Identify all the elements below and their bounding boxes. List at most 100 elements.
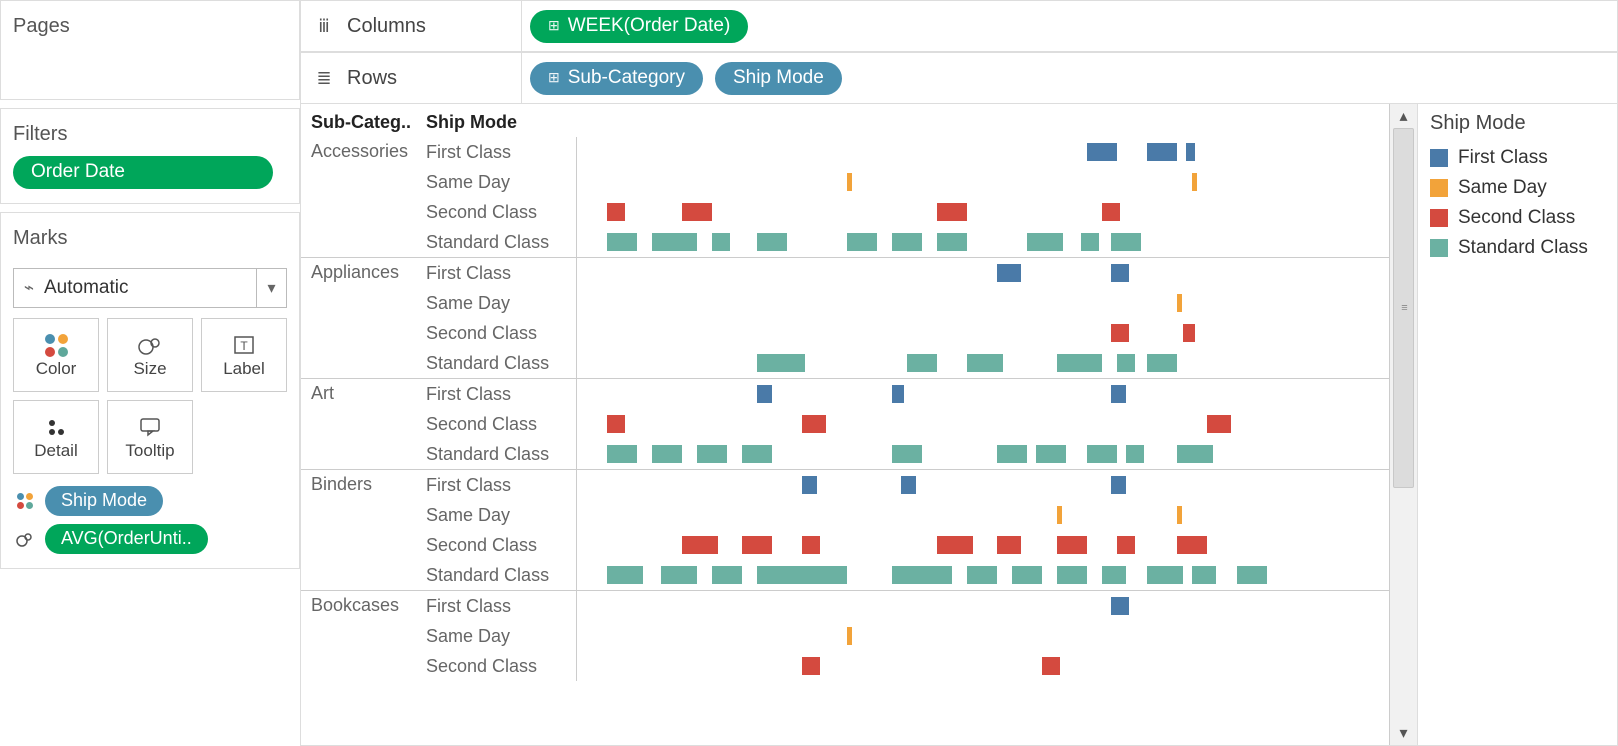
filter-pill-order-date[interactable]: Order Date [13, 156, 273, 189]
scroll-up-icon[interactable]: ▴ [1399, 104, 1407, 128]
shipmode-label: Same Day [426, 500, 576, 530]
gantt-bar[interactable] [967, 354, 1003, 372]
gantt-bar[interactable] [1111, 476, 1126, 494]
gantt-bar[interactable] [1042, 657, 1060, 675]
gantt-bar[interactable] [937, 233, 967, 251]
gantt-bar[interactable] [937, 536, 973, 554]
gantt-bar[interactable] [1012, 566, 1042, 584]
columns-pill-week-orderdate[interactable]: WEEK(Order Date) [530, 10, 748, 43]
gantt-bar[interactable] [847, 173, 852, 191]
marks-type-dropdown[interactable]: ⌁ Automatic ▾ [13, 268, 287, 308]
gantt-bar[interactable] [712, 566, 742, 584]
encoding-pill-avg-orderuntil[interactable]: AVG(OrderUnti.. [45, 524, 208, 554]
gantt-bar[interactable] [1177, 445, 1213, 463]
gantt-bar[interactable] [1057, 566, 1087, 584]
gantt-bar[interactable] [997, 536, 1021, 554]
gantt-bar[interactable] [742, 536, 772, 554]
gantt-bar[interactable] [607, 233, 637, 251]
gantt-bar[interactable] [1192, 173, 1197, 191]
gantt-bar[interactable] [1102, 566, 1126, 584]
gantt-bar[interactable] [1111, 385, 1126, 403]
gantt-bar[interactable] [1183, 324, 1195, 342]
marks-detail-button[interactable]: Detail [13, 400, 99, 474]
gantt-bar[interactable] [802, 657, 820, 675]
gantt-bar[interactable] [1087, 445, 1117, 463]
gantt-bar[interactable] [1192, 566, 1216, 584]
rows-shelf[interactable]: ≣ Rows Sub-Category Ship Mode [300, 52, 1618, 104]
gantt-bar[interactable] [1057, 354, 1102, 372]
rows-pill-subcategory[interactable]: Sub-Category [530, 62, 703, 95]
gantt-bar[interactable] [1111, 264, 1129, 282]
gantt-bar[interactable] [712, 233, 730, 251]
legend-item[interactable]: Standard Class [1428, 233, 1607, 263]
gantt-bar[interactable] [1057, 536, 1087, 554]
marks-tooltip-button[interactable]: Tooltip [107, 400, 193, 474]
gantt-bar[interactable] [802, 476, 817, 494]
gantt-bar[interactable] [1027, 233, 1063, 251]
gantt-bar[interactable] [1057, 506, 1062, 524]
gantt-bar[interactable] [1126, 445, 1144, 463]
gantt-bar[interactable] [1111, 597, 1129, 615]
gantt-bar[interactable] [892, 566, 952, 584]
gantt-bar[interactable] [1147, 143, 1177, 161]
gantt-bar[interactable] [802, 415, 826, 433]
gantt-bar[interactable] [1177, 506, 1182, 524]
gantt-bar[interactable] [1117, 354, 1135, 372]
gantt-bar[interactable] [1177, 536, 1207, 554]
gantt-bar[interactable] [937, 203, 967, 221]
gantt-bar[interactable] [652, 445, 682, 463]
gantt-bar[interactable] [997, 445, 1027, 463]
gantt-bar[interactable] [682, 203, 712, 221]
legend-item[interactable]: Second Class [1428, 203, 1607, 233]
gantt-bar[interactable] [697, 445, 727, 463]
legend-item[interactable]: Same Day [1428, 173, 1607, 203]
gantt-bar[interactable] [607, 203, 625, 221]
marks-label-button[interactable]: T Label [201, 318, 287, 392]
gantt-bar[interactable] [1117, 536, 1135, 554]
gantt-bar[interactable] [1237, 566, 1267, 584]
scroll-track[interactable]: ≡ [1390, 128, 1417, 721]
gantt-bar[interactable] [1186, 143, 1195, 161]
viz-canvas[interactable]: Sub-Categ.. Ship Mode AccessoriesFirst C… [301, 104, 1389, 745]
gantt-bar[interactable] [652, 233, 697, 251]
gantt-bar[interactable] [742, 445, 772, 463]
gantt-bar[interactable] [1081, 233, 1099, 251]
gantt-bar[interactable] [967, 566, 997, 584]
columns-shelf[interactable]: ⅲ Columns WEEK(Order Date) [300, 0, 1618, 52]
gantt-bar[interactable] [682, 536, 718, 554]
gantt-bar[interactable] [892, 385, 904, 403]
gantt-bar[interactable] [1111, 233, 1141, 251]
gantt-bar[interactable] [607, 566, 643, 584]
gantt-bar[interactable] [907, 354, 937, 372]
gantt-bar[interactable] [757, 233, 787, 251]
encoding-pill-shipmode[interactable]: Ship Mode [45, 486, 163, 516]
gantt-bar[interactable] [847, 233, 877, 251]
gantt-bar[interactable] [892, 445, 922, 463]
gantt-bar[interactable] [757, 566, 847, 584]
rows-pill-shipmode[interactable]: Ship Mode [715, 62, 842, 95]
gantt-bar[interactable] [1087, 143, 1117, 161]
gantt-bar[interactable] [661, 566, 697, 584]
gantt-bar[interactable] [1102, 203, 1120, 221]
gantt-bar[interactable] [802, 536, 820, 554]
marks-color-button[interactable]: Color [13, 318, 99, 392]
gantt-bar[interactable] [607, 445, 637, 463]
gantt-bar[interactable] [607, 415, 625, 433]
gantt-bar[interactable] [757, 354, 805, 372]
gantt-bar[interactable] [997, 264, 1021, 282]
vertical-scrollbar[interactable]: ▴ ≡ ▾ [1389, 104, 1417, 745]
gantt-bar[interactable] [892, 233, 922, 251]
marks-size-button[interactable]: Size [107, 318, 193, 392]
gantt-bar[interactable] [1207, 415, 1231, 433]
gantt-bar[interactable] [847, 627, 852, 645]
gantt-bar[interactable] [1111, 324, 1129, 342]
scroll-down-icon[interactable]: ▾ [1399, 721, 1407, 745]
gantt-bar[interactable] [757, 385, 772, 403]
gantt-bar[interactable] [1177, 294, 1182, 312]
gantt-bar[interactable] [1147, 566, 1183, 584]
scroll-thumb[interactable]: ≡ [1393, 128, 1414, 488]
legend-item[interactable]: First Class [1428, 143, 1607, 173]
gantt-bar[interactable] [1147, 354, 1177, 372]
gantt-bar[interactable] [1036, 445, 1066, 463]
gantt-bar[interactable] [901, 476, 916, 494]
